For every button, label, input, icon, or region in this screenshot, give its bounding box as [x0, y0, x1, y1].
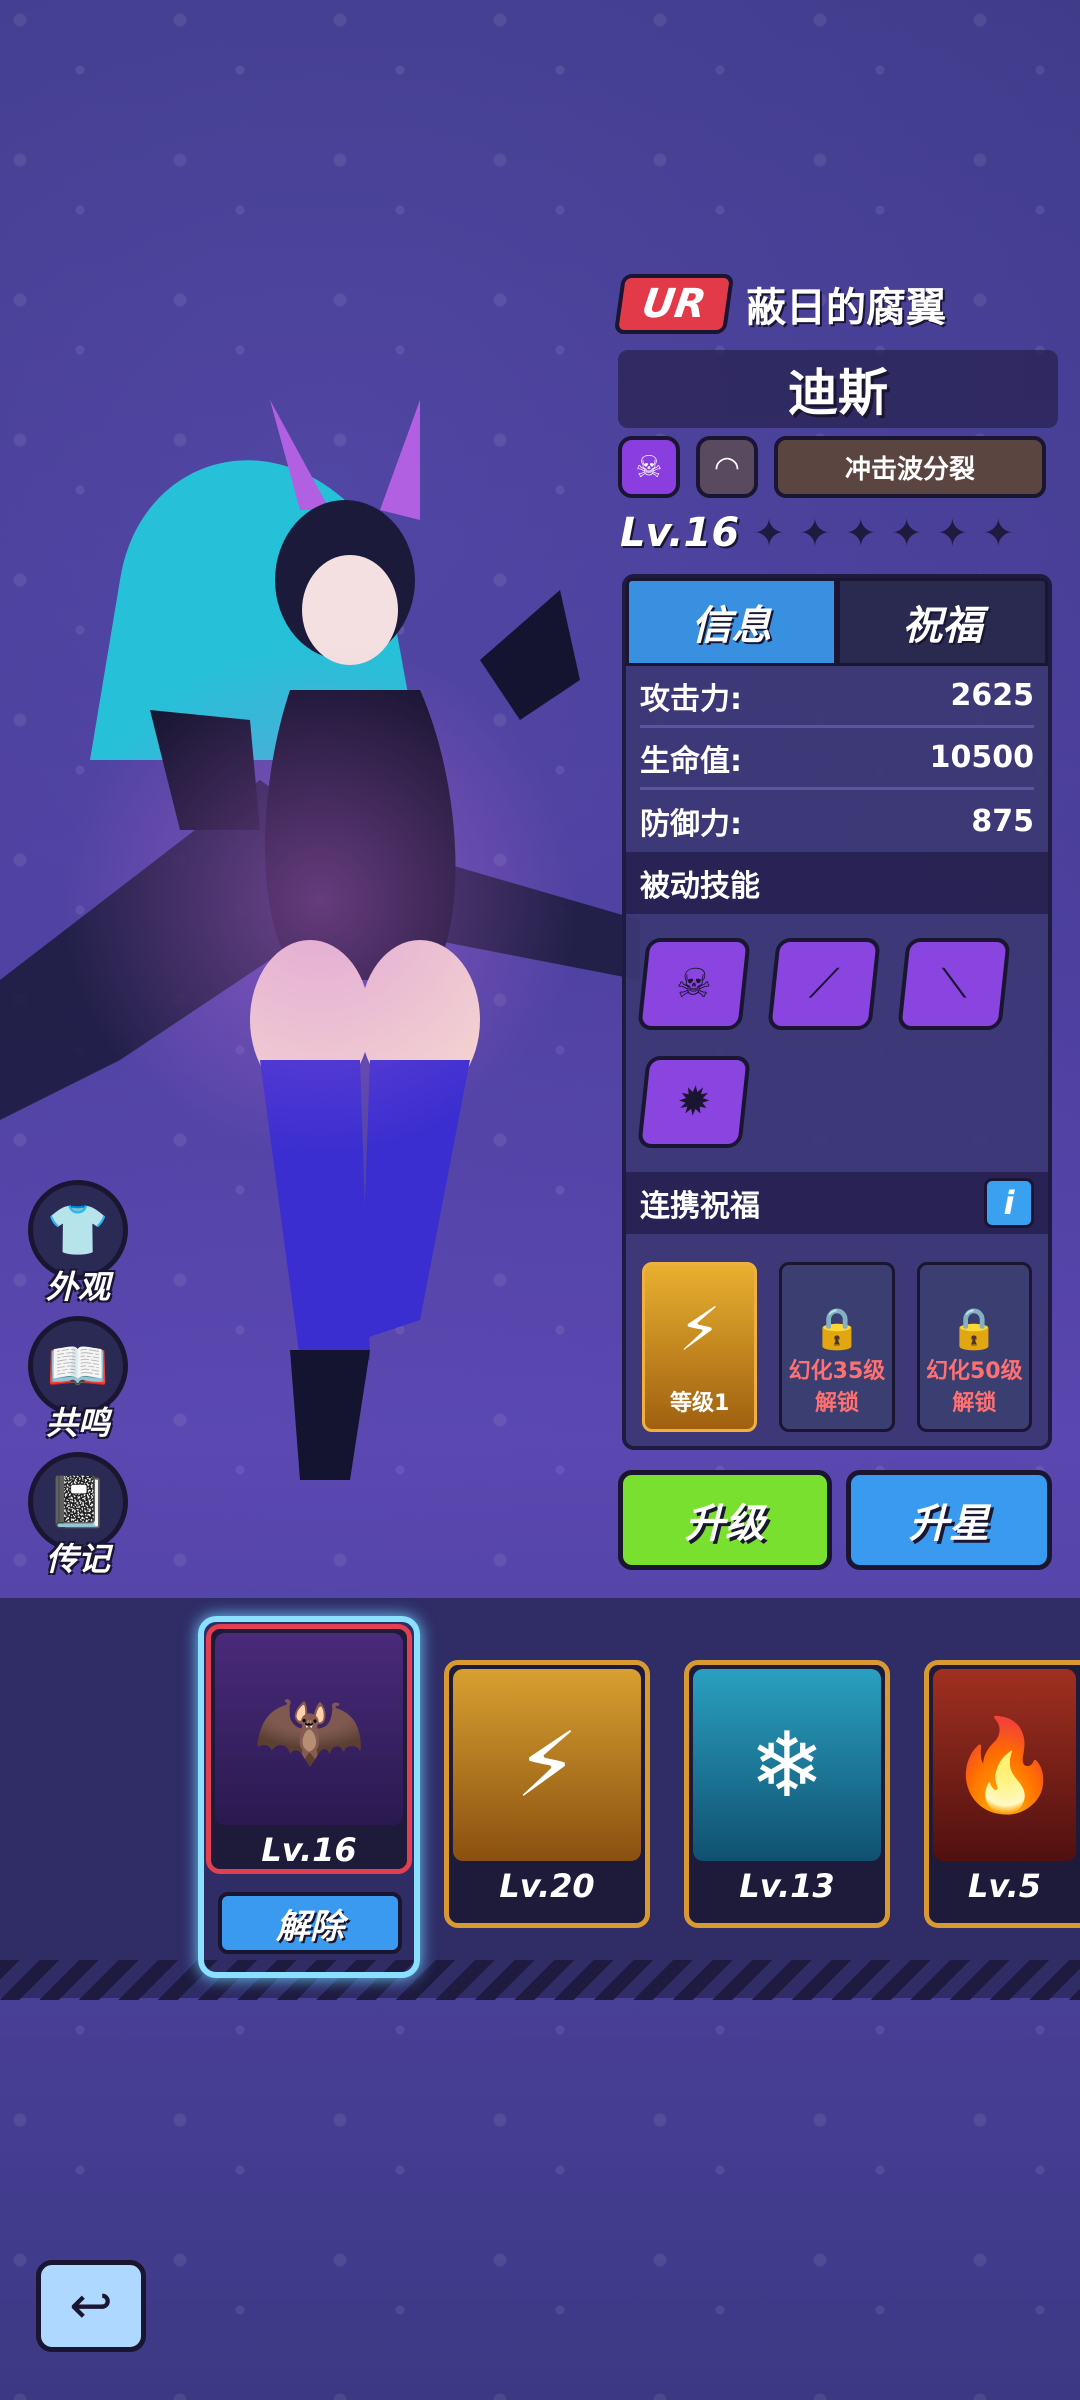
explosion-skull-icon[interactable]: ✹	[637, 1056, 751, 1148]
rarity-badge: UR	[613, 274, 735, 334]
link-blessing-header: 连携祝福 i	[626, 1172, 1048, 1234]
passive-skills-header: 被动技能	[626, 852, 1048, 914]
star-icon: ✦	[844, 511, 877, 555]
wing-claw-icon[interactable]: ⟍	[897, 938, 1011, 1030]
star-icon: ✦	[982, 511, 1015, 555]
card-level: Lv.5	[967, 1867, 1042, 1905]
strip-edge	[0, 1960, 1080, 2000]
blessing-unlock-level: 幻化50级	[926, 1359, 1023, 1384]
appearance-label: 外观	[45, 1268, 110, 1306]
character-glow	[60, 640, 580, 1160]
cards-skull-icon[interactable]: ☠	[637, 938, 751, 1030]
blessing-slot-1[interactable]: ⚡ 等级1	[642, 1262, 758, 1432]
star-icon: ✦	[936, 511, 969, 555]
card-level: Lv.16	[261, 1831, 357, 1869]
card-level: Lv.20	[499, 1867, 595, 1905]
passive-skills-list: ☠ ⟋ ⟍ ✹	[626, 914, 1048, 1172]
title-row: UR 蔽日的腐翼	[613, 274, 946, 334]
appearance-button[interactable]: 👕 外观	[26, 1180, 130, 1308]
skill-tag[interactable]: 冲击波分裂	[774, 436, 1046, 498]
back-button[interactable]: ↩	[36, 2260, 146, 2352]
tab-blessing[interactable]: 祝福	[837, 578, 1048, 666]
hero-card[interactable]: 🦇 Lv.16	[206, 1624, 412, 1874]
wing-icon[interactable]: ⟋	[767, 938, 881, 1030]
star-icon: ✦	[890, 511, 923, 555]
blessing-unlock-level: 幻化35级	[788, 1359, 886, 1384]
resonance-button[interactable]: 📖 共鸣	[26, 1316, 130, 1444]
stat-label: 防御力:	[640, 807, 742, 842]
stat-label: 攻击力:	[640, 681, 742, 717]
remove-button[interactable]: 解除	[218, 1892, 402, 1954]
resonance-label: 共鸣	[45, 1404, 110, 1442]
biography-button[interactable]: 📓 传记	[26, 1452, 130, 1580]
stat-row-hp: 生命值: 10500	[640, 728, 1034, 790]
stat-row-defense: 防御力: 875	[640, 790, 1034, 852]
bat-hero-icon: 🦇	[215, 1633, 403, 1825]
hero-level: Lv.16	[620, 510, 740, 556]
stat-value: 875	[971, 803, 1034, 839]
star-icon: ✦	[753, 511, 786, 555]
stat-value: 10500	[929, 740, 1034, 775]
ice-crystal-hero-icon: ❄	[693, 1669, 881, 1861]
hero-card[interactable]: ❄ Lv.13	[684, 1660, 890, 1928]
hero-card[interactable]: ⚡ Lv.20	[444, 1660, 650, 1928]
link-blessing-title: 连携祝福	[640, 1189, 760, 1224]
lock-icon: 🔒	[949, 1306, 1000, 1352]
blessing-hero-icon: ⚡	[678, 1295, 721, 1365]
link-blessing-slots: ⚡ 等级1 🔒 幻化35级 解锁 🔒 幻化50级 解锁	[626, 1234, 1048, 1460]
level-row: Lv.16 ✦ ✦ ✦ ✦ ✦ ✦	[620, 510, 1014, 556]
blessing-slot-2[interactable]: 🔒 幻化35级 解锁	[779, 1262, 895, 1432]
panel-tabs: 信息 祝福	[626, 578, 1048, 666]
stat-row-attack: 攻击力: 2625	[640, 666, 1034, 728]
back-arrow-icon: ↩	[69, 2276, 113, 2336]
lava-rock-hero-icon: 🔥	[933, 1669, 1076, 1861]
info-panel: 信息 祝福 攻击力: 2625 生命值: 10500 防御力: 875 被动技能…	[622, 574, 1052, 1450]
blessing-slot-label: 等级1	[670, 1391, 730, 1416]
hero-card[interactable]: 🔥 Lv.5	[924, 1660, 1080, 1928]
info-button[interactable]: i	[984, 1178, 1034, 1228]
blessing-unlock-text: 解锁	[952, 1391, 997, 1416]
lock-icon: 🔒	[812, 1306, 862, 1352]
tab-info[interactable]: 信息	[626, 578, 837, 666]
hero-name: 迪斯	[618, 350, 1058, 428]
biography-label: 传记	[45, 1540, 110, 1578]
blessing-slot-3[interactable]: 🔒 幻化50级 解锁	[916, 1262, 1032, 1432]
stat-label: 生命值:	[640, 743, 742, 779]
skull-class-icon[interactable]: ☠	[618, 436, 680, 498]
blessing-unlock-text: 解锁	[814, 1391, 859, 1416]
element-icon[interactable]: ◠	[696, 436, 758, 498]
stat-value: 2625	[950, 678, 1035, 713]
upgrade-button[interactable]: 升级	[618, 1470, 832, 1570]
skin-name: 蔽日的腐翼	[746, 285, 946, 331]
spiky-yellow-hero-icon: ⚡	[453, 1669, 641, 1861]
passive-skills-title: 被动技能	[640, 869, 760, 904]
star-icon: ✦	[799, 511, 831, 555]
tag-row: ☠ ◠ 冲击波分裂	[618, 436, 1046, 498]
star-up-button[interactable]: 升星	[846, 1470, 1052, 1570]
card-level: Lv.13	[739, 1867, 835, 1905]
